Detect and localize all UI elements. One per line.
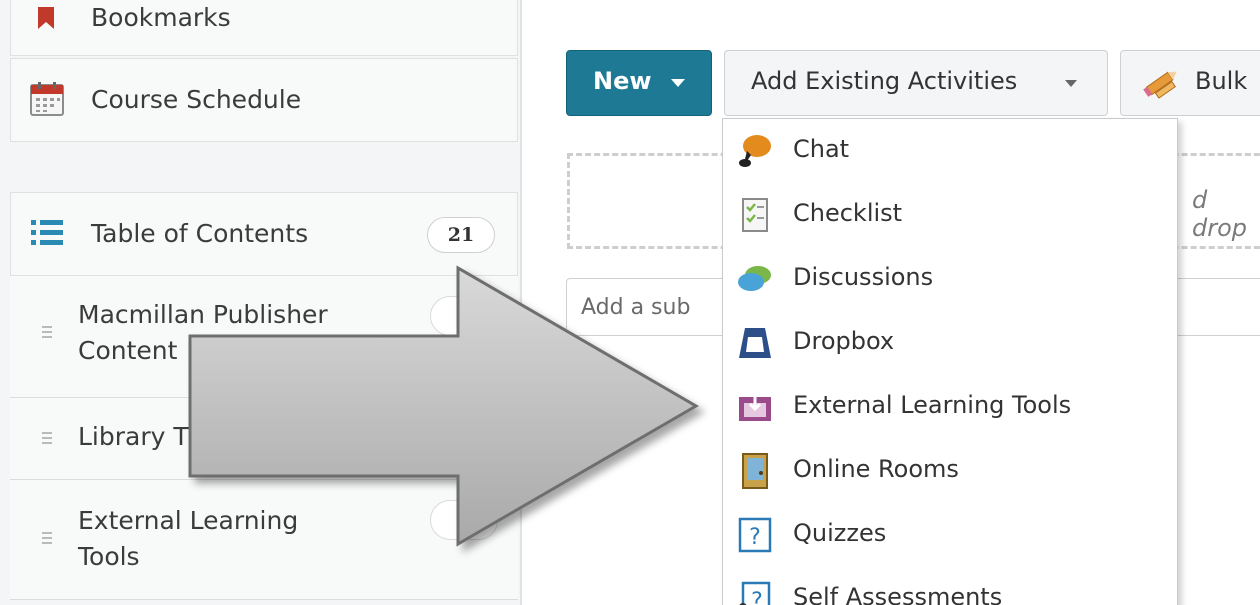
menu-item-self-assessments[interactable]: ? Self Assessments bbox=[723, 567, 1177, 605]
menu-item-chat[interactable]: Chat bbox=[723, 119, 1177, 183]
online-rooms-icon bbox=[742, 453, 768, 489]
checklist-icon bbox=[742, 198, 768, 232]
dropbox-icon bbox=[739, 328, 771, 358]
annotation-arrow bbox=[188, 265, 699, 547]
bulk-edit-button[interactable]: Bulk bbox=[1120, 50, 1260, 116]
quizzes-icon: ? bbox=[738, 517, 772, 553]
bookmark-icon bbox=[38, 7, 54, 29]
menu-item-checklist[interactable]: Checklist bbox=[723, 183, 1177, 247]
bookmarks-label: Bookmarks bbox=[91, 3, 231, 32]
drag-handle-icon[interactable] bbox=[42, 532, 52, 547]
course-schedule-item[interactable]: Course Schedule bbox=[10, 58, 518, 142]
course-schedule-label: Course Schedule bbox=[91, 85, 302, 114]
menu-item-label: Discussions bbox=[793, 263, 934, 291]
add-existing-activities-button[interactable]: Add Existing Activities bbox=[724, 50, 1108, 116]
add-existing-activities-menu: Chat Checklist Discussions Dropbox Exter… bbox=[722, 118, 1178, 605]
menu-item-label: Self Assessments bbox=[793, 583, 1003, 605]
menu-item-quizzes[interactable]: ? Quizzes bbox=[723, 503, 1177, 567]
bookmarks-item[interactable]: Bookmarks bbox=[10, 0, 518, 56]
external-tools-icon bbox=[739, 393, 771, 421]
toc-label: Table of Contents bbox=[91, 219, 309, 248]
self-assessments-icon: ? bbox=[739, 581, 771, 605]
menu-item-label: Online Rooms bbox=[793, 455, 959, 483]
caret-down-icon bbox=[1065, 80, 1077, 87]
new-button[interactable]: New bbox=[566, 50, 712, 116]
menu-item-dropbox[interactable]: Dropbox bbox=[723, 311, 1177, 375]
svg-text:?: ? bbox=[751, 589, 763, 605]
menu-item-label: External Learning Tools bbox=[793, 391, 1072, 419]
drop-zone-text: d drop bbox=[1192, 186, 1248, 242]
svg-text:?: ? bbox=[749, 525, 761, 550]
toc-count-badge: 21 bbox=[427, 217, 495, 253]
drag-handle-icon[interactable] bbox=[42, 432, 52, 447]
pencil-icon bbox=[1143, 71, 1177, 99]
menu-item-label: Checklist bbox=[793, 199, 903, 227]
caret-down-icon bbox=[671, 79, 685, 87]
calendar-icon bbox=[30, 82, 64, 116]
add-existing-label: Add Existing Activities bbox=[751, 67, 1018, 95]
module-label-line2: Content bbox=[78, 336, 178, 365]
bulk-label: Bulk bbox=[1195, 67, 1248, 95]
module-label-line2: Tools bbox=[78, 542, 140, 571]
new-button-label: New bbox=[593, 67, 652, 95]
chat-icon bbox=[739, 135, 771, 167]
menu-item-discussions[interactable]: Discussions bbox=[723, 247, 1177, 311]
menu-item-external-learning-tools[interactable]: External Learning Tools bbox=[723, 375, 1177, 439]
menu-item-label: Chat bbox=[793, 135, 850, 163]
list-icon bbox=[31, 220, 63, 245]
menu-item-online-rooms[interactable]: Online Rooms bbox=[723, 439, 1177, 503]
drag-handle-icon[interactable] bbox=[42, 326, 52, 341]
discussions-icon bbox=[738, 266, 771, 291]
module-label: Library T bbox=[78, 422, 189, 451]
menu-item-label: Quizzes bbox=[793, 519, 887, 547]
menu-item-label: Dropbox bbox=[793, 327, 895, 355]
